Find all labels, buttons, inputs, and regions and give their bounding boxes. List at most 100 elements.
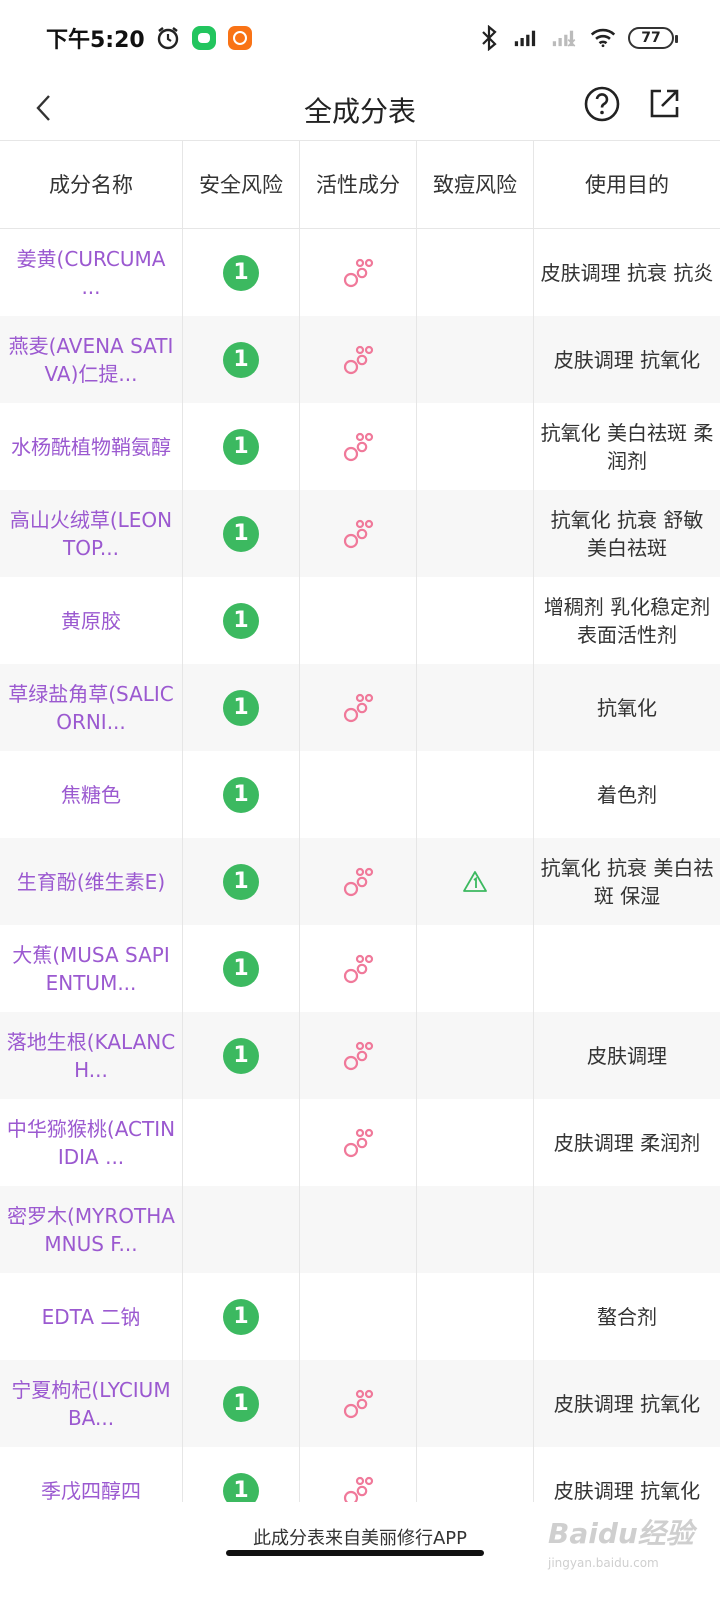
- table-row[interactable]: 燕麦(AVENA SATIVA)仁提... 1 皮肤调理 抗氧化: [0, 316, 720, 403]
- ingredient-name[interactable]: 燕麦(AVENA SATIVA)仁提...: [6, 332, 176, 388]
- home-indicator[interactable]: [226, 1550, 484, 1556]
- ingredient-name[interactable]: 宁夏枸杞(LYCIUM BA...: [6, 1376, 176, 1432]
- app-orange-icon: [227, 25, 253, 51]
- table-row[interactable]: 中华猕猴桃(ACTINIDIA ... 皮肤调理 柔润剂: [0, 1099, 720, 1186]
- ingredient-name-cell[interactable]: 季戊四醇四: [0, 1447, 183, 1502]
- acne-cell: [417, 664, 534, 751]
- ingredient-name-cell[interactable]: 高山火绒草(LEONTOP...: [0, 490, 183, 577]
- ingredient-name[interactable]: 中华猕猴桃(ACTINIDIA ...: [6, 1115, 176, 1171]
- acne-cell: [417, 403, 534, 490]
- purpose-cell: 抗氧化 抗衰 美白祛斑 保湿: [540, 855, 714, 908]
- ingredient-name[interactable]: 水杨酰植物鞘氨醇: [11, 433, 171, 461]
- ingredient-name[interactable]: 落地生根(KALANCH...: [6, 1028, 176, 1084]
- table-row[interactable]: 生育酚(维生素E) 1 抗氧化 抗衰 美白祛斑 保湿: [0, 838, 720, 925]
- active-ingredient-icon: [343, 1128, 374, 1157]
- active-cell: [300, 490, 417, 577]
- table-row[interactable]: 落地生根(KALANCH... 1 皮肤调理: [0, 1012, 720, 1099]
- ingredient-name-cell[interactable]: 生育酚(维生素E): [0, 838, 183, 925]
- table-body: 姜黄(CURCUMA ... 1 皮肤调理 抗衰 抗炎 燕麦(AVENA SATIVA…: [0, 229, 720, 1502]
- active-cell: [300, 1447, 417, 1502]
- footer: 此成分表来自美丽修行APP Baidu经验 jingyan.baidu.com: [0, 1502, 720, 1600]
- share-button[interactable]: [644, 84, 684, 124]
- ingredient-table: 成分名称 安全风险 活性成分 致痘风险 使用目的 姜黄(CURCUMA ... 1…: [0, 140, 720, 1502]
- baidu-watermark-sub: jingyan.baidu.com: [548, 1556, 659, 1570]
- table-row[interactable]: EDTA 二钠 1 螯合剂: [0, 1273, 720, 1360]
- active-cell: [300, 1186, 417, 1273]
- ingredient-name-cell[interactable]: 燕麦(AVENA SATIVA)仁提...: [0, 316, 183, 403]
- ingredient-name-cell[interactable]: 大蕉(MUSA SAPIENTUM...: [0, 925, 183, 1012]
- purpose-cell: 皮肤调理 抗氧化: [553, 347, 701, 372]
- ingredient-name-cell[interactable]: 草绿盐角草(SALICORNI...: [0, 664, 183, 751]
- ingredient-name-cell[interactable]: 水杨酰植物鞘氨醇: [0, 403, 183, 490]
- active-cell: [300, 1012, 417, 1099]
- safety-badge: 1: [223, 515, 259, 552]
- ingredient-name[interactable]: 黄原胶: [61, 607, 121, 635]
- safety-badge: 1: [223, 776, 259, 813]
- table-row[interactable]: 水杨酰植物鞘氨醇 1 抗氧化 美白祛斑 柔润剂: [0, 403, 720, 490]
- safety-badge: 1: [223, 863, 259, 900]
- safety-cell: 1: [183, 316, 300, 403]
- table-row[interactable]: 密罗木(MYROTHAMNUS F...: [0, 1186, 720, 1273]
- active-ingredient-icon: [343, 1389, 374, 1418]
- active-ingredient-icon: [343, 1476, 374, 1502]
- purpose-cell: [534, 1186, 720, 1273]
- purpose-cell: 皮肤调理: [587, 1043, 667, 1068]
- ingredient-name-cell[interactable]: 黄原胶: [0, 577, 183, 664]
- table-row[interactable]: 黄原胶 1 增稠剂 乳化稳定剂 表面活性剂: [0, 577, 720, 664]
- safety-cell: 1: [183, 1447, 300, 1502]
- safety-cell: 1: [183, 664, 300, 751]
- ingredient-name[interactable]: 密罗木(MYROTHAMNUS F...: [6, 1202, 176, 1258]
- signal-icon: [514, 25, 540, 51]
- acne-cell: [417, 490, 534, 577]
- safety-cell: 1: [183, 925, 300, 1012]
- ingredient-name-cell[interactable]: EDTA 二钠: [0, 1273, 183, 1360]
- active-cell: [300, 751, 417, 838]
- active-ingredient-icon: [343, 519, 374, 548]
- purpose-cell: 增稠剂 乳化稳定剂 表面活性剂: [543, 594, 711, 647]
- ingredient-name[interactable]: 高山火绒草(LEONTOP...: [6, 506, 176, 562]
- acne-cell: [417, 229, 534, 316]
- active-cell: [300, 1099, 417, 1186]
- acne-cell: [417, 1273, 534, 1360]
- header-active: 活性成分: [300, 141, 417, 228]
- ingredient-name[interactable]: 草绿盐角草(SALICORNI...: [6, 680, 176, 736]
- ingredient-name[interactable]: 季戊四醇四: [41, 1477, 141, 1503]
- active-ingredient-icon: [343, 345, 374, 374]
- purpose-cell: [534, 925, 720, 1012]
- wifi-icon: [590, 25, 616, 51]
- nav-bar: 全成分表: [0, 76, 720, 140]
- ingredient-name[interactable]: 姜黄(CURCUMA ...: [6, 245, 176, 301]
- ingredient-name-cell[interactable]: 密罗木(MYROTHAMNUS F...: [0, 1186, 183, 1273]
- safety-cell: [183, 1099, 300, 1186]
- table-row[interactable]: 季戊四醇四 1 皮肤调理 抗氧化: [0, 1447, 720, 1502]
- table-row[interactable]: 姜黄(CURCUMA ... 1 皮肤调理 抗衰 抗炎: [0, 229, 720, 316]
- safety-cell: 1: [183, 1360, 300, 1447]
- table-row[interactable]: 大蕉(MUSA SAPIENTUM... 1: [0, 925, 720, 1012]
- ingredient-name-cell[interactable]: 宁夏枸杞(LYCIUM BA...: [0, 1360, 183, 1447]
- acne-warning-icon: [463, 870, 487, 892]
- table-row[interactable]: 焦糖色 1 着色剂: [0, 751, 720, 838]
- active-ingredient-icon: [343, 432, 374, 461]
- table-header: 成分名称 安全风险 活性成分 致痘风险 使用目的: [0, 141, 720, 229]
- safety-badge: 1: [223, 1298, 259, 1335]
- ingredient-name[interactable]: 生育酚(维生素E): [17, 868, 165, 896]
- help-button[interactable]: [582, 84, 622, 124]
- ingredient-name-cell[interactable]: 姜黄(CURCUMA ...: [0, 229, 183, 316]
- table-row[interactable]: 草绿盐角草(SALICORNI... 1 抗氧化: [0, 664, 720, 751]
- active-cell: [300, 229, 417, 316]
- safety-badge: 1: [223, 1385, 259, 1422]
- ingredient-name-cell[interactable]: 焦糖色: [0, 751, 183, 838]
- safety-badge: 1: [223, 1472, 259, 1502]
- active-ingredient-icon: [343, 693, 374, 722]
- acne-cell: [417, 751, 534, 838]
- ingredient-name[interactable]: 大蕉(MUSA SAPIENTUM...: [6, 941, 176, 997]
- active-ingredient-icon: [343, 867, 374, 896]
- ingredient-name-cell[interactable]: 中华猕猴桃(ACTINIDIA ...: [0, 1099, 183, 1186]
- safety-cell: 1: [183, 577, 300, 664]
- table-row[interactable]: 宁夏枸杞(LYCIUM BA... 1 皮肤调理 抗氧化: [0, 1360, 720, 1447]
- safety-cell: 1: [183, 490, 300, 577]
- table-row[interactable]: 高山火绒草(LEONTOP... 1 抗氧化 抗衰 舒敏 美白祛斑: [0, 490, 720, 577]
- ingredient-name[interactable]: 焦糖色: [61, 781, 121, 809]
- ingredient-name[interactable]: EDTA 二钠: [42, 1303, 141, 1331]
- ingredient-name-cell[interactable]: 落地生根(KALANCH...: [0, 1012, 183, 1099]
